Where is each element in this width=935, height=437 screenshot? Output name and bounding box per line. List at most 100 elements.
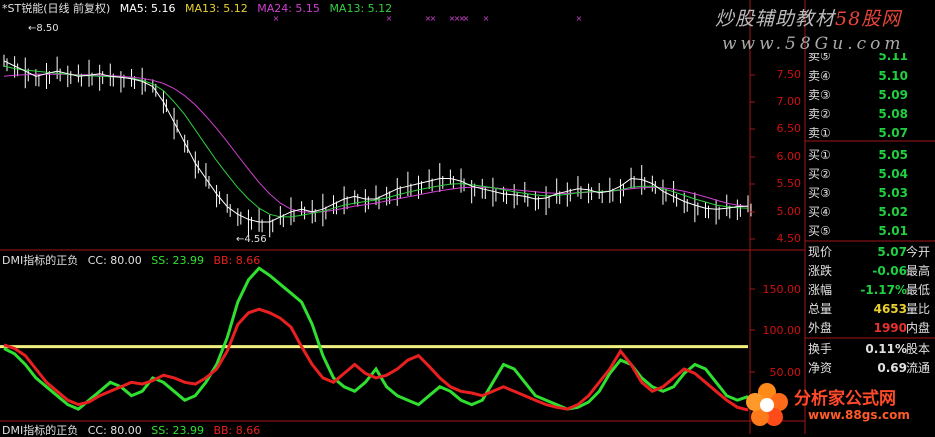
sell-5-price: 5.11: [878, 53, 908, 63]
quote-label-secondary: 内盘: [906, 321, 931, 335]
signal-marker: ×: [576, 14, 583, 23]
bottom-bb-legend: BB: 8.66: [213, 424, 261, 437]
low-annotation: ←4.56: [236, 234, 267, 245]
price-tick: 7.50: [776, 68, 802, 81]
indicator-tick: 150.00: [762, 283, 802, 296]
quote-value: 4653: [873, 302, 907, 316]
sell-2-label: 卖②: [808, 107, 831, 121]
buy-2-row[interactable]: 买② 5.04: [808, 165, 908, 184]
quote-label: 涨幅: [808, 283, 833, 297]
bottom-cc-legend: CC: 80.00: [87, 424, 142, 437]
buy-2-price: 5.04: [878, 167, 908, 181]
signal-marker: ×: [273, 14, 280, 23]
price-tick: 5.00: [776, 205, 802, 218]
watermark-bottom-name: 分析家公式网: [794, 389, 896, 409]
sell-3-label: 卖③: [808, 88, 831, 102]
quote-label-secondary: 今开: [906, 245, 931, 259]
indicator-legend: DMI指标的正负 CC: 80.00 SS: 23.99 BB: 8.66: [2, 254, 266, 267]
price-panel[interactable]: × × ×× ×××× × ×: [3, 14, 752, 238]
quote-label-secondary: 股本: [906, 342, 931, 356]
quote-row[interactable]: 总量 4653 量比: [808, 300, 935, 319]
signal-marker: ×: [386, 14, 393, 23]
sell-1-row[interactable]: 卖① 5.07: [808, 124, 908, 143]
buy-3-row[interactable]: 买③ 5.03: [808, 184, 908, 203]
sell-1-label: 卖①: [808, 126, 831, 140]
bottom-ss-legend: SS: 23.99: [151, 424, 204, 437]
sell-3-row[interactable]: 卖③ 5.09: [808, 86, 908, 105]
indicator-name: DMI指标的正负: [2, 254, 79, 267]
high-value: 8.50: [36, 23, 59, 34]
buy-4-row[interactable]: 买④ 5.02: [808, 203, 908, 222]
quote-value: 5.07: [877, 245, 907, 259]
signal-marker: ×: [463, 14, 470, 23]
sell-4-row[interactable]: 卖④ 5.10: [808, 67, 908, 86]
ma24-legend: MA24: 5.15: [257, 2, 320, 15]
quote-label: 涨跌: [808, 264, 833, 278]
buy-3-price: 5.03: [878, 186, 908, 200]
quote-value: -1.17%: [860, 283, 907, 297]
sell-5-label: 卖⑤: [808, 53, 831, 63]
quote-label: 总量: [808, 302, 833, 316]
bb-line: [3, 307, 749, 412]
price-tick: 4.50: [776, 232, 802, 245]
quote-value: 0.11%: [865, 342, 907, 356]
price-tick: 6.50: [776, 122, 802, 135]
ss-legend: SS: 23.99: [151, 254, 204, 267]
signal-marker: ×: [430, 14, 437, 23]
quote-label-secondary: 最高: [906, 264, 931, 278]
bottom-indicator-name: DMI指标的正负: [2, 424, 79, 437]
quote-row[interactable]: 涨幅 -1.17% 最低: [808, 281, 935, 300]
signal-marker: ×: [483, 14, 490, 23]
quote-label-secondary: 流通: [906, 361, 931, 375]
sell-4-label: 卖④: [808, 69, 831, 83]
quote-label: 净资: [808, 361, 833, 375]
price-legend: *ST锐能(日线 前复权) MA5: 5.16 MA13: 5.12 MA24:…: [2, 2, 398, 15]
quote-value: 1990: [873, 321, 907, 335]
quote-label: 外盘: [808, 321, 833, 335]
quote-label: 现价: [808, 245, 833, 259]
watermark-url: www.58Gu.com: [722, 34, 905, 54]
buy-5-row[interactable]: 买⑤ 5.01: [808, 222, 908, 241]
watermark-bottom: 分析家公式网 www.88gs.com: [742, 378, 930, 430]
quote-row[interactable]: 现价 5.07 今开: [808, 243, 935, 262]
cc-legend: CC: 80.00: [87, 254, 142, 267]
buy-1-price: 5.05: [878, 148, 908, 162]
stock-title: *ST锐能(日线 前复权): [2, 2, 111, 15]
watermark-top-brand: 58股网: [835, 8, 902, 30]
quote-label-secondary: 量比: [906, 302, 931, 316]
buy-1-row[interactable]: 买① 5.05: [808, 146, 908, 165]
sell-2-row[interactable]: 卖② 5.08: [808, 105, 908, 124]
buy-5-price: 5.01: [878, 224, 908, 238]
sell-5-row[interactable]: 卖⑤ 5.11: [808, 53, 908, 67]
bb-legend: BB: 8.66: [213, 254, 261, 267]
quote-row[interactable]: 换手 0.11% 股本: [808, 340, 935, 359]
buy-1-label: 买①: [808, 148, 831, 162]
watermark-bottom-url: www.88gs.com: [808, 408, 910, 422]
ma13b-legend: MA13: 5.12: [329, 2, 393, 15]
quote-label: 换手: [808, 342, 833, 356]
price-tick: 5.50: [776, 177, 802, 190]
sell-2-price: 5.08: [878, 107, 908, 121]
price-tick: 6.00: [776, 150, 802, 163]
flower-logo-icon: [746, 383, 788, 426]
quote-label-secondary: 最低: [906, 283, 931, 297]
quote-value: -0.06: [872, 264, 907, 278]
low-value: 4.56: [244, 234, 267, 245]
quote-row[interactable]: 净资 0.69 流通: [808, 359, 935, 378]
ma5-legend: MA5: 5.16: [119, 2, 176, 15]
watermark-top-text: 炒股辅助教材: [715, 8, 836, 30]
buy-5-label: 买⑤: [808, 224, 831, 238]
indicator-panel[interactable]: [0, 266, 749, 412]
quote-row[interactable]: 外盘 1990 内盘: [808, 319, 935, 338]
sell-3-price: 5.09: [878, 88, 908, 102]
buy-4-price: 5.02: [878, 205, 908, 219]
buy-2-label: 买②: [808, 167, 831, 181]
sell-1-price: 5.07: [878, 126, 908, 140]
high-annotation: ←8.50: [28, 23, 59, 34]
quote-row[interactable]: 涨跌 -0.06 最高: [808, 262, 935, 281]
quote-value: 0.69: [877, 361, 907, 375]
buy-3-label: 买③: [808, 186, 831, 200]
sell-4-price: 5.10: [878, 69, 908, 83]
buy-4-label: 买④: [808, 205, 831, 219]
ma13-legend: MA13: 5.12: [185, 2, 248, 15]
